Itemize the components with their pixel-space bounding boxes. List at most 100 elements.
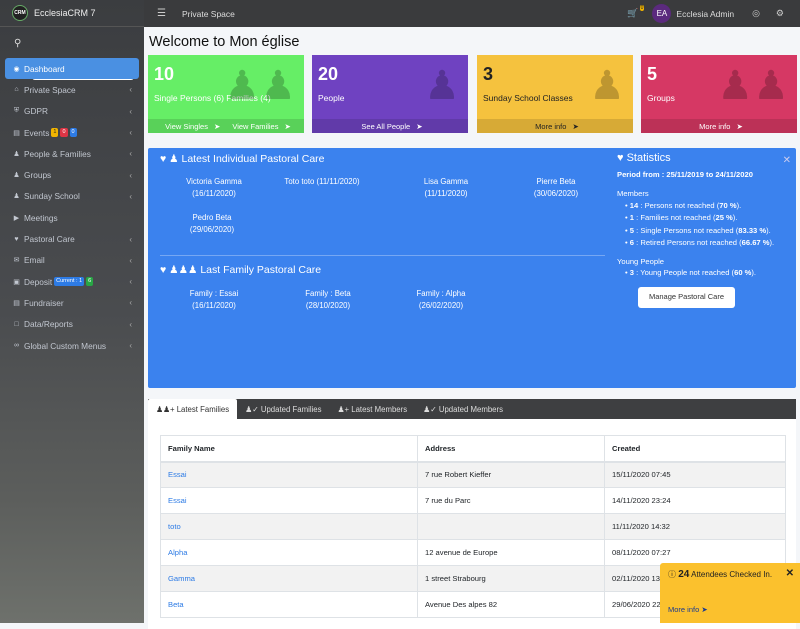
search-icon: ⚲ [14,38,22,49]
care-entry[interactable]: Family : Beta (28/10/2020) [280,288,376,312]
count-badge: 0 [69,128,77,138]
family-name-link[interactable]: toto [160,513,418,540]
see-all-people-link[interactable]: See All People ➤ [357,122,422,131]
family-name-link[interactable]: Gamma [160,565,418,592]
groups-icon: ♟ [13,172,20,180]
sidebar-item-sunday-school[interactable]: ♟ Sunday School ‹ [5,186,139,207]
sidebar: CRM EcclesiaCRM 7 ⚲ ▼ ◉ Dashboard ⌂ Private… [0,0,144,623]
sidebar-item-gdpr[interactable]: ⛨ GDPR ‹ [5,101,139,122]
envelope-icon: ✉ [13,257,20,265]
box-number: 3 [483,64,494,84]
address-cell [417,513,605,540]
sidebar-item-meetings[interactable]: ▶ Meetings [5,207,139,228]
column-header-address[interactable]: Address [417,435,605,463]
address-cell: Avenue Des alpes 82 [417,591,605,618]
sidebar-item-label: Meetings [24,212,58,223]
ticket-icon: ▤ [13,129,20,137]
menu-toggle-icon[interactable]: ☰ [157,8,166,19]
sidebar-item-groups[interactable]: ♟ Groups ‹ [5,164,139,185]
sidebar-item-global-custom-menus[interactable]: ∞ Global Custom Menus ‹ [5,335,139,356]
view-singles-link[interactable]: View Singles ➤ [161,122,220,131]
count-badge: 1 [51,128,59,138]
heartbeat-icon: ♥ [617,152,624,164]
user-name[interactable]: Ecclesia Admin [676,9,734,19]
avatar[interactable]: EA [652,4,672,23]
sidebar-item-events[interactable]: ▤ Events 1 0 0 ‹ [5,122,139,143]
count-badge: 0 [60,128,68,138]
box-footer: More info ➤ [477,119,633,133]
gear-icon[interactable]: ⚙ [776,8,784,19]
sidebar-item-label: Email [24,255,45,266]
care-entry[interactable]: Pedro Beta (29/06/2020) [164,212,260,236]
tab-bar: ♟♟+ Latest Families ♟✓ Updated Families … [148,399,796,419]
users-icon: ♟♟ [717,64,789,108]
column-header-created[interactable]: Created [604,435,786,463]
people-icon: ♟ [13,150,20,158]
family-name-link[interactable]: Essai [160,461,418,488]
sidebar-item-dashboard[interactable]: ◉ Dashboard [5,58,139,80]
more-info-link[interactable]: More info ➤ [668,605,708,614]
young-people-label: Young People [617,256,665,266]
heartbeat-icon: ♥ [160,264,167,276]
sidebar-item-fundraiser[interactable]: ▤ Fundraiser ‹ [5,292,139,313]
family-name-link[interactable]: Alpha [160,539,418,566]
family-name-link[interactable]: Essai [160,487,418,514]
crm-logo: CRM [12,5,28,21]
care-entry[interactable]: Pierre Beta (30/06/2020) [508,176,604,200]
page-title: Welcome to Mon église [149,34,300,50]
tab-updated-families[interactable]: ♟✓ Updated Families [237,399,329,419]
globe-icon[interactable]: ◎ [752,8,760,19]
care-entry[interactable]: Lisa Gamma (11/11/2020) [398,176,494,200]
bank-icon: ▣ [13,278,20,286]
sidebar-item-private-space[interactable]: ⌂ Private Space ‹ [5,79,139,100]
address-cell: 1 street Strabourg [417,565,605,592]
close-icon[interactable]: ✕ [786,568,794,579]
members-stats-list: • 14 : Persons not reached (70 %). • 1 : … [625,200,787,249]
sidebar-item-label: GDPR [24,106,48,117]
more-info-link[interactable]: More info ➤ [531,122,579,131]
created-cell: 15/11/2020 07:45 [604,461,786,488]
sidebar-item-data-reports[interactable]: □ Data/Reports ‹ [5,314,139,335]
box-label: People [318,93,345,103]
chevron-left-icon: ‹ [129,298,132,308]
divider [160,255,605,256]
care-entry[interactable]: Victoria Gamma (16/11/2020) [166,176,262,200]
address-cell: 7 rue du Parc [417,487,605,514]
box-number: 20 [318,64,339,84]
singles-families-box: 10 Single Persons (6) Families (4) ♟♟ Vi… [148,55,304,133]
more-info-link[interactable]: More info ➤ [695,122,743,131]
stat-item: • 14 : Persons not reached (70 %). [625,200,742,210]
column-header-family-name[interactable]: Family Name [160,435,418,463]
box-footer: See All People ➤ [312,119,468,133]
sidebar-item-deposit[interactable]: ▣ Deposit Current : 1 6 ‹ [5,271,139,292]
sidebar-item-email[interactable]: ✉ Email ‹ [5,250,139,271]
cart-icon[interactable]: 🛒 0 [627,5,645,19]
sidebar-item-label: Groups [24,170,52,181]
chevron-left-icon: ‹ [129,85,132,95]
dashboard-icon: ◉ [13,65,20,73]
tab-updated-members[interactable]: ♟✓ Updated Members [415,399,511,419]
sidebar-menu: ◉ Dashboard ⌂ Private Space ‹ ⛨ GDPR ‹ ▤ Events 1 0… [0,58,144,356]
family-care-title: ♥ ♟♟♟ Last Family Pastoral Care [160,264,322,276]
table-row: Alpha 12 avenue de Europe 08/11/2020 07:27 [160,539,786,566]
family-name-link[interactable]: Beta [160,591,418,618]
sidebar-item-label: Deposit [24,276,53,287]
sidebar-item-people-families[interactable]: ♟ People & Families ‹ [5,143,139,164]
private-space-link[interactable]: Private Space [182,9,235,19]
stat-item: • 5 : Single Persons not reached (83.33 … [625,225,771,235]
statistics-title: ♥ Statistics [617,152,671,164]
view-families-link[interactable]: View Families ➤ [228,122,291,131]
sidebar-item-label: Sunday School [24,191,80,202]
brand[interactable]: CRM EcclesiaCRM 7 [0,0,144,27]
care-entry[interactable]: Family : Essai (16/11/2020) [166,288,262,312]
tab-latest-members[interactable]: ♟+ Latest Members [330,399,416,419]
chevron-left-icon: ‹ [129,255,132,265]
groups-box: 5 Groups ♟♟ More info ➤ [641,55,797,133]
manage-pastoral-care-button[interactable]: Manage Pastoral Care [638,286,735,308]
care-entry[interactable]: Family : Alpha (26/02/2020) [393,288,489,312]
close-icon[interactable]: ✕ [783,155,791,167]
sidebar-item-pastoral-care[interactable]: ♥ Pastoral Care ‹ [5,228,139,249]
care-entry[interactable]: Toto toto (11/11/2020) [274,176,370,188]
tab-latest-families[interactable]: ♟♟+ Latest Families [148,399,238,419]
family-icon: ♟♟ [224,64,296,108]
